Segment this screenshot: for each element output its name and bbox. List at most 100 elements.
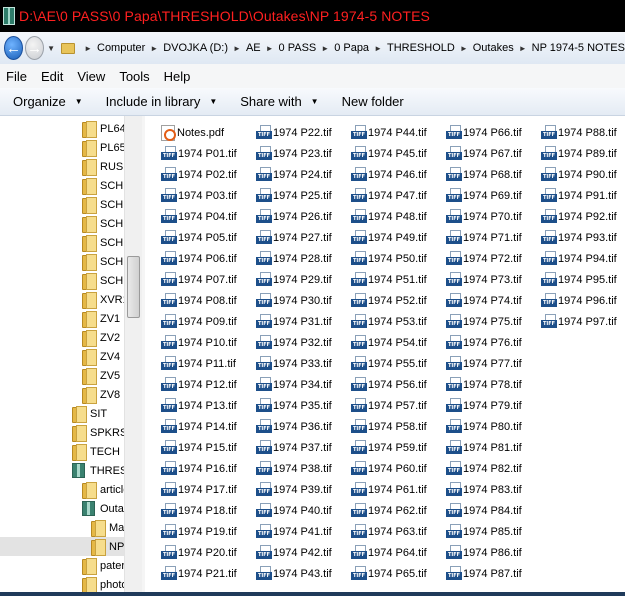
breadcrumb-threshold[interactable]: THRESHOLD <box>387 42 455 54</box>
file-item[interactable]: TIFF 1974 P21.tif <box>161 563 237 584</box>
file-item[interactable]: TIFF 1974 P61.tif <box>351 479 427 500</box>
file-item[interactable]: TIFF 1974 P03.tif <box>161 185 237 206</box>
file-item[interactable]: TIFF 1974 P92.tif <box>541 206 617 227</box>
file-item[interactable]: TIFF 1974 P12.tif <box>161 374 237 395</box>
file-item[interactable]: TIFF 1974 P38.tif <box>256 458 332 479</box>
file-item[interactable]: TIFF 1974 P08.tif <box>161 290 237 311</box>
file-item[interactable]: TIFF 1974 P11.tif <box>161 353 236 374</box>
tree-item[interactable]: RUSH <box>0 157 142 176</box>
file-item[interactable]: TIFF 1974 P10.tif <box>161 332 237 353</box>
file-item[interactable]: TIFF 1974 P79.tif <box>446 395 522 416</box>
chevron-right-icon[interactable]: ► <box>233 44 241 53</box>
tree-item[interactable]: ZV1 <box>0 309 142 328</box>
tree-item[interactable]: PL65 <box>0 138 142 157</box>
tree-item[interactable]: Outa <box>0 499 142 518</box>
file-item[interactable]: TIFF 1974 P26.tif <box>256 206 332 227</box>
file-item[interactable]: TIFF 1974 P72.tif <box>446 248 522 269</box>
file-item[interactable]: TIFF 1974 P59.tif <box>351 437 427 458</box>
tree-item[interactable]: ZV5 <box>0 366 142 385</box>
new-folder-button[interactable]: New folder <box>329 94 414 109</box>
file-item[interactable]: TIFF 1974 P39.tif <box>256 479 332 500</box>
file-item[interactable]: TIFF 1974 P48.tif <box>351 206 427 227</box>
file-item[interactable]: TIFF 1974 P23.tif <box>256 143 332 164</box>
breadcrumb[interactable]: ► Computer ► DVOJKA (D:) ► AE ► 0 PASS ►… <box>61 37 625 59</box>
file-item[interactable]: TIFF 1974 P19.tif <box>161 521 237 542</box>
breadcrumb-0-pass[interactable]: 0 PASS <box>279 42 317 54</box>
file-item[interactable]: TIFF 1974 P78.tif <box>446 374 522 395</box>
file-item[interactable]: TIFF 1974 P35.tif <box>256 395 332 416</box>
file-item[interactable]: TIFF 1974 P25.tif <box>256 185 332 206</box>
file-item[interactable]: TIFF 1974 P90.tif <box>541 164 617 185</box>
file-item[interactable]: TIFF 1974 P36.tif <box>256 416 332 437</box>
file-item[interactable]: TIFF 1974 P54.tif <box>351 332 427 353</box>
file-item[interactable]: TIFF 1974 P71.tif <box>446 227 522 248</box>
chevron-right-icon[interactable]: ► <box>321 44 329 53</box>
breadcrumb-0-papa[interactable]: 0 Papa <box>334 42 369 54</box>
tree-item[interactable]: SCH ( <box>0 252 142 271</box>
file-item[interactable]: TIFF 1974 P93.tif <box>541 227 617 248</box>
tree-item[interactable]: SCH ( <box>0 195 142 214</box>
tree-item[interactable]: ZV2 <box>0 328 142 347</box>
file-item[interactable]: TIFF 1974 P14.tif <box>161 416 237 437</box>
menu-help[interactable]: Help <box>157 69 198 84</box>
file-item[interactable]: TIFF 1974 P30.tif <box>256 290 332 311</box>
file-item[interactable]: TIFF 1974 P55.tif <box>351 353 427 374</box>
file-item[interactable]: TIFF 1974 P94.tif <box>541 248 617 269</box>
file-item[interactable]: TIFF 1974 P77.tif <box>446 353 522 374</box>
tree-item[interactable]: SCH ( <box>0 271 142 290</box>
navigation-pane[interactable]: PL64 PL65 RUSH SCH (SCH (SCH (SCH (SCH (SCH… <box>0 116 142 596</box>
file-item[interactable]: TIFF 1974 P22.tif <box>256 122 332 143</box>
menu-file[interactable]: File <box>0 69 34 84</box>
tree-item[interactable]: article <box>0 480 142 499</box>
chevron-right-icon[interactable]: ► <box>266 44 274 53</box>
share-with-button[interactable]: Share with ▼ <box>227 94 328 109</box>
file-item[interactable]: TIFF 1974 P50.tif <box>351 248 427 269</box>
file-item[interactable]: TIFF 1974 P87.tif <box>446 563 522 584</box>
file-item[interactable]: Notes.pdf <box>161 122 224 143</box>
file-item[interactable]: TIFF 1974 P76.tif <box>446 332 522 353</box>
file-item[interactable]: TIFF 1974 P42.tif <box>256 542 332 563</box>
tree-item[interactable]: SPKRS <box>0 423 142 442</box>
file-item[interactable]: TIFF 1974 P57.tif <box>351 395 427 416</box>
tree-item[interactable]: ZV8 <box>0 385 142 404</box>
navigation-scrollbar[interactable] <box>124 116 142 596</box>
tree-item[interactable]: SCH ( <box>0 176 142 195</box>
file-item[interactable]: TIFF 1974 P97.tif <box>541 311 617 332</box>
file-item[interactable]: TIFF 1974 P45.tif <box>351 143 427 164</box>
file-item[interactable]: TIFF 1974 P44.tif <box>351 122 427 143</box>
file-item[interactable]: TIFF 1974 P53.tif <box>351 311 427 332</box>
breadcrumb-ae[interactable]: AE <box>246 42 261 54</box>
tree-item[interactable]: Ma <box>0 518 142 537</box>
file-item[interactable]: TIFF 1974 P34.tif <box>256 374 332 395</box>
file-item[interactable]: TIFF 1974 P28.tif <box>256 248 332 269</box>
file-item[interactable]: TIFF 1974 P15.tif <box>161 437 237 458</box>
include-in-library-button[interactable]: Include in library ▼ <box>93 94 228 109</box>
menu-edit[interactable]: Edit <box>34 69 70 84</box>
recent-pages-chevron-down-icon[interactable]: ▼ <box>47 44 55 53</box>
file-item[interactable]: TIFF 1974 P47.tif <box>351 185 427 206</box>
organize-button[interactable]: Organize ▼ <box>0 94 93 109</box>
breadcrumb-np-notes[interactable]: NP 1974-5 NOTES <box>532 42 625 54</box>
file-item[interactable]: TIFF 1974 P17.tif <box>161 479 237 500</box>
file-item[interactable]: TIFF 1974 P86.tif <box>446 542 522 563</box>
chevron-right-icon[interactable]: ► <box>150 44 158 53</box>
file-item[interactable]: TIFF 1974 P29.tif <box>256 269 332 290</box>
file-item[interactable]: TIFF 1974 P74.tif <box>446 290 522 311</box>
file-item[interactable]: TIFF 1974 P37.tif <box>256 437 332 458</box>
file-item[interactable]: TIFF 1974 P56.tif <box>351 374 427 395</box>
chevron-right-icon[interactable]: ► <box>84 44 92 53</box>
file-item[interactable]: TIFF 1974 P70.tif <box>446 206 522 227</box>
tree-item[interactable]: XVR1 <box>0 290 142 309</box>
file-item[interactable]: TIFF 1974 P73.tif <box>446 269 522 290</box>
forward-button[interactable]: → <box>25 36 45 60</box>
back-button[interactable]: ← <box>4 36 24 60</box>
breadcrumb-computer[interactable]: Computer <box>97 42 145 54</box>
chevron-right-icon[interactable]: ► <box>374 44 382 53</box>
tree-item[interactable]: THRESH <box>0 461 142 480</box>
file-item[interactable]: TIFF 1974 P02.tif <box>161 164 237 185</box>
menu-view[interactable]: View <box>70 69 112 84</box>
file-item[interactable]: TIFF 1974 P69.tif <box>446 185 522 206</box>
file-item[interactable]: TIFF 1974 P89.tif <box>541 143 617 164</box>
file-item[interactable]: TIFF 1974 P60.tif <box>351 458 427 479</box>
file-item[interactable]: TIFF 1974 P51.tif <box>351 269 427 290</box>
